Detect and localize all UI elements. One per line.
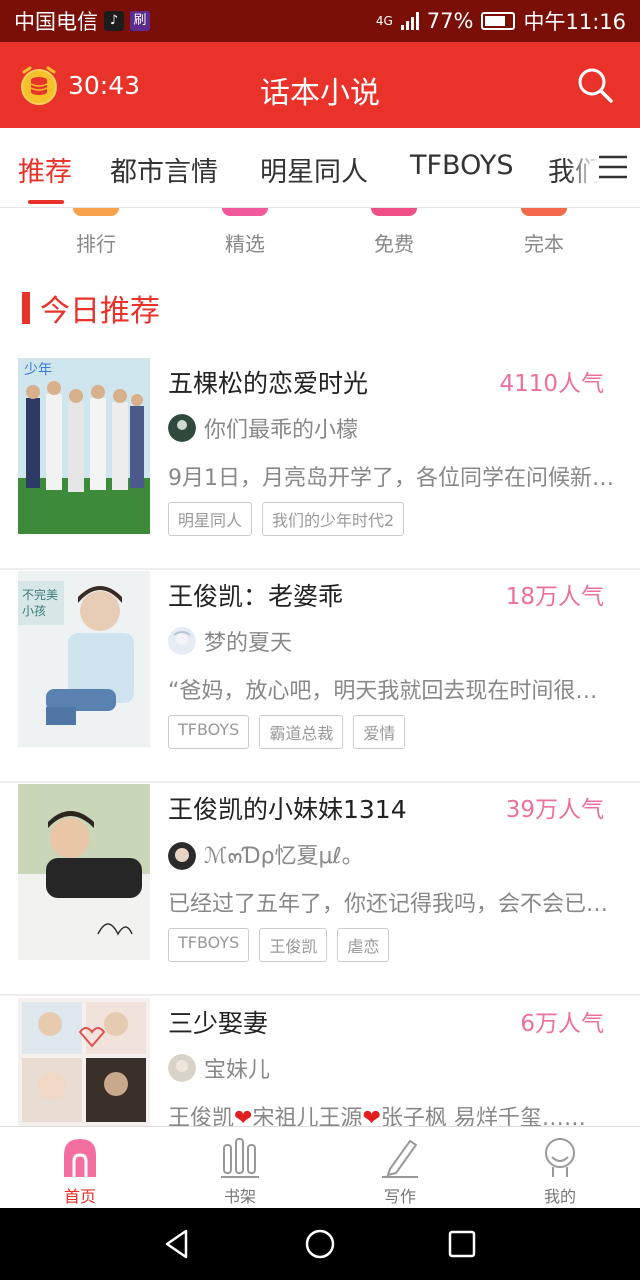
- recent-apps-icon[interactable]: [446, 1228, 478, 1260]
- author-name: 宝妹儿: [204, 1058, 271, 1083]
- book-author[interactable]: 梦的夏天: [168, 625, 292, 657]
- pencil-icon: [382, 1139, 418, 1178]
- back-icon[interactable]: [162, 1228, 194, 1260]
- nav-label: 首页: [63, 1187, 96, 1206]
- home-circle-icon[interactable]: [304, 1228, 336, 1260]
- shortcut-featured[interactable]: 精选: [185, 208, 305, 257]
- book-title: 三少娶妻: [168, 1009, 269, 1038]
- book-tag[interactable]: 霸道总裁: [259, 715, 344, 749]
- book-tags: 明星同人 我们的少年时代2: [168, 502, 405, 536]
- nav-label: 书架: [223, 1187, 256, 1206]
- svg-text:少年: 少年: [24, 362, 52, 378]
- book-tag[interactable]: TFBOYS: [168, 715, 250, 749]
- book-author[interactable]: 你们最乖的小檬: [168, 412, 358, 444]
- author-name: 你们最乖的小檬: [204, 418, 359, 443]
- author-name: ℳ๓Ɗρ忆夏μℓ。: [204, 844, 364, 869]
- svg-text:小孩: 小孩: [22, 604, 46, 618]
- nav-home[interactable]: 首页: [0, 1133, 160, 1207]
- book-popularity: 18万人气: [505, 584, 604, 610]
- book-tag[interactable]: 明星同人: [168, 502, 253, 536]
- battery-percent: 77%: [426, 9, 474, 33]
- bottom-navigation: 首页 书架 写作 我的: [0, 1126, 640, 1208]
- book-item[interactable]: 不完美 小孩 王俊凯：老婆乖 18万人气 梦的夏天 “爸妈，放心吧，明天我就回去…: [0, 571, 640, 783]
- book-title: 五棵松的恋爱时光: [168, 369, 369, 398]
- avatar: [168, 1054, 196, 1082]
- tab-celebrity-fanfic[interactable]: 明星同人: [260, 150, 368, 189]
- battery-icon: [481, 12, 516, 30]
- nav-write[interactable]: 写作: [320, 1133, 480, 1207]
- shortcut-free[interactable]: 免费: [334, 208, 454, 257]
- tab-urban-romance[interactable]: 都市言情: [110, 150, 218, 189]
- book-item[interactable]: 少年 五棵松的恋爱时光 4110人气 你们最乖的小檬 9月1日，月亮岛开学了，各…: [0, 358, 640, 570]
- tab-tfboys[interactable]: TFBOYS: [410, 150, 513, 181]
- nav-bookshelf[interactable]: 书架: [160, 1133, 320, 1207]
- section-marker: [22, 292, 30, 324]
- home-icon: [64, 1139, 96, 1177]
- book-tag[interactable]: 虐恋: [337, 928, 390, 962]
- book-tag[interactable]: 王俊凯: [259, 928, 328, 962]
- tiktok-icon: ♪: [104, 11, 124, 31]
- menu-icon[interactable]: [598, 154, 628, 180]
- system-navigation-bar: [0, 1208, 640, 1280]
- signal-icon: [400, 12, 419, 30]
- book-cover: [18, 998, 150, 1126]
- free-icon: [371, 208, 417, 216]
- section-title: 今日推荐: [40, 294, 160, 329]
- book-title: 王俊凯：老婆乖: [168, 582, 344, 611]
- book-title: 王俊凯的小妹妹1314: [168, 795, 407, 824]
- app-header: 30:43 话本小说: [0, 42, 640, 128]
- app-screen: 中国电信 ♪ 刷 4G 77% 中午11:16 30:43 话本小说 推荐 都市…: [0, 0, 640, 1280]
- section-heading: 今日推荐: [22, 286, 160, 330]
- book-item[interactable]: 王俊凯的小妹妹1314 39万人气 ℳ๓Ɗρ忆夏μℓ。 已经过了五年了，你还记得…: [0, 784, 640, 996]
- shortcut-label: 排行: [76, 232, 116, 256]
- book-popularity: 4110人气: [499, 371, 604, 397]
- shortcut-label: 完本: [524, 232, 564, 256]
- completed-icon: [521, 208, 567, 216]
- book-description: 已经过了五年了，你还记得我吗，会不会已经忘了……: [168, 892, 618, 917]
- avatar: [168, 627, 196, 655]
- book-tag[interactable]: TFBOYS: [168, 928, 250, 962]
- book-popularity: 39万人气: [505, 797, 604, 823]
- author-name: 梦的夏天: [204, 631, 293, 656]
- book-author[interactable]: 宝妹儿: [168, 1052, 270, 1084]
- book-description: “爸妈，放心吧，明天我就回去现在时间很晚了……: [168, 679, 618, 704]
- shortcut-ranking[interactable]: 排行: [36, 208, 156, 257]
- status-bar: 中国电信 ♪ 刷 4G 77% 中午11:16: [0, 0, 640, 42]
- book-description: 9月1日，月亮岛开学了，各位同学在问候新来的学生……: [168, 466, 618, 491]
- nav-label: 我的: [543, 1187, 576, 1206]
- book-tag[interactable]: 爱情: [353, 715, 406, 749]
- clock: 中午11:16: [523, 10, 626, 34]
- app-title: 话本小说: [260, 76, 380, 111]
- book-popularity: 6万人气: [520, 1011, 604, 1037]
- tab-recommend[interactable]: 推荐: [18, 150, 72, 189]
- search-icon[interactable]: [576, 66, 614, 104]
- network-type: 4G: [375, 14, 393, 28]
- shortcut-label: 精选: [225, 232, 265, 256]
- category-shortcuts: 排行 精选 免费 完本: [0, 208, 640, 264]
- carrier-name: 中国电信: [14, 10, 98, 34]
- book-cover: [18, 784, 150, 960]
- book-cover: 不完美 小孩: [18, 571, 150, 747]
- shortcut-label: 免费: [374, 232, 414, 256]
- avatar: [168, 414, 196, 442]
- book-tag[interactable]: 我们的少年时代2: [262, 502, 405, 536]
- avatar: [168, 841, 196, 870]
- ranking-icon: [73, 208, 119, 216]
- shortcut-completed[interactable]: 完本: [484, 208, 604, 257]
- nav-label: 写作: [383, 1187, 416, 1206]
- category-tabs: 推荐 都市言情 明星同人 TFBOYS 我们: [0, 128, 640, 208]
- featured-icon: [222, 208, 268, 216]
- bookshelf-icon: [221, 1138, 259, 1178]
- status-right-group: 4G 77% 中午11:16: [376, 6, 626, 36]
- svg-text:不完美: 不完美: [22, 587, 58, 602]
- book-tags: TFBOYS 王俊凯 虐恋: [168, 928, 390, 962]
- active-tab-indicator: [28, 200, 64, 204]
- profile-icon: [545, 1138, 575, 1177]
- nav-profile[interactable]: 我的: [480, 1133, 640, 1207]
- book-tags: TFBOYS 霸道总裁 爱情: [168, 715, 406, 749]
- book-author[interactable]: ℳ๓Ɗρ忆夏μℓ。: [168, 838, 364, 873]
- book-cover: 少年: [18, 358, 150, 534]
- status-carrier-group: 中国电信 ♪ 刷: [14, 6, 150, 36]
- app-notification-icon: 刷: [130, 11, 150, 31]
